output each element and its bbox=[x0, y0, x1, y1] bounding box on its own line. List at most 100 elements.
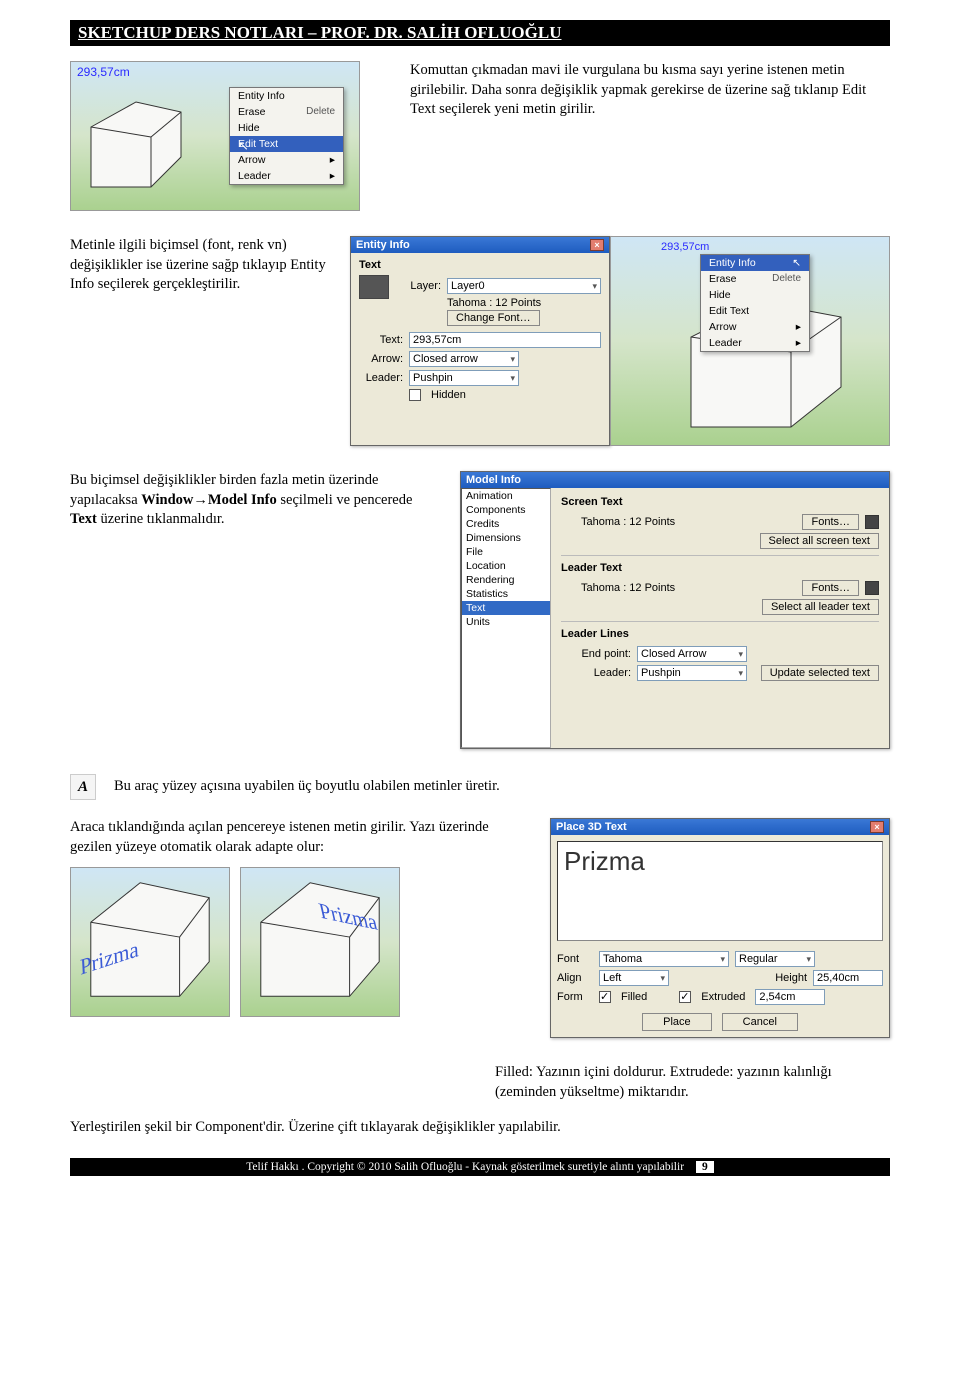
viewport-context-menu-screenshot: 293,57cm Entity Info Erase Delete Hide E… bbox=[70, 61, 360, 211]
menu-item-edit-text-2[interactable]: Edit Text bbox=[701, 303, 809, 319]
height-input[interactable]: 25,40cm bbox=[813, 970, 883, 986]
dialog-title: Entity Info bbox=[356, 239, 410, 251]
layer-dropdown[interactable]: Layer0 bbox=[447, 278, 601, 294]
entity-info-titlebar[interactable]: Entity Info × bbox=[351, 237, 609, 253]
sidebar-item-file[interactable]: File bbox=[462, 545, 550, 559]
entity-type-label: Text bbox=[359, 259, 601, 271]
menu-item-leader-2[interactable]: Leader▸ bbox=[701, 335, 809, 351]
dropdown-value: Tahoma bbox=[603, 953, 642, 965]
place-3d-text-dialog: Place 3D Text × Prizma Font Tahoma Regul… bbox=[550, 818, 890, 1038]
sidebar-item-statistics[interactable]: Statistics bbox=[462, 587, 550, 601]
sidebar-item-units[interactable]: Units bbox=[462, 615, 550, 629]
place-3d-titlebar[interactable]: Place 3D Text × bbox=[551, 819, 889, 835]
text-label: Text: bbox=[359, 334, 403, 346]
filled-checkbox[interactable] bbox=[599, 991, 611, 1003]
leader-lines-heading: Leader Lines bbox=[561, 628, 879, 640]
height-label: Height bbox=[775, 972, 807, 984]
font-dropdown[interactable]: Tahoma bbox=[599, 951, 729, 967]
style-dropdown[interactable]: Regular bbox=[735, 951, 815, 967]
align-dropdown[interactable]: Left bbox=[599, 970, 669, 986]
menu-item-arrow-2[interactable]: Arrow▸ bbox=[701, 319, 809, 335]
select-all-leader-button[interactable]: Select all leader text bbox=[762, 599, 879, 615]
3d-text-input[interactable]: Prizma bbox=[557, 841, 883, 941]
align-label: Align bbox=[557, 972, 593, 984]
extruded-input[interactable]: 2,54cm bbox=[755, 989, 825, 1005]
3d-text-tool-row: A Bu araç yüzey açısına uyabilen üç boyu… bbox=[70, 774, 890, 800]
menu-label: Hide bbox=[238, 122, 260, 134]
dialog-title: Model Info bbox=[466, 474, 521, 486]
menu-item-erase[interactable]: Erase Delete bbox=[230, 104, 343, 120]
sidebar-item-rendering[interactable]: Rendering bbox=[462, 573, 550, 587]
fonts-button-2[interactable]: Fonts… bbox=[802, 580, 859, 596]
section-3: Bu biçimsel değişiklikler birden fazla m… bbox=[70, 471, 890, 749]
sidebar-item-location[interactable]: Location bbox=[462, 559, 550, 573]
context-menu[interactable]: Entity Info Erase Delete Hide Edit Text … bbox=[229, 87, 344, 185]
layer-label: Layer: bbox=[397, 280, 441, 292]
menu-item-edit-text-selected[interactable]: Edit Text ↖ bbox=[230, 136, 343, 152]
sidebar-item-components[interactable]: Components bbox=[462, 503, 550, 517]
dropdown-value: Regular bbox=[739, 953, 778, 965]
prism-thumbnails: Prizma Prizma bbox=[70, 867, 530, 1017]
sidebar-item-animation[interactable]: Animation bbox=[462, 489, 550, 503]
section1-paragraph: Komuttan çıkmadan mavi ile vurgulana bu … bbox=[410, 61, 890, 211]
dropdown-value: Layer0 bbox=[451, 280, 485, 292]
update-selected-text-button[interactable]: Update selected text bbox=[761, 665, 879, 681]
model-info-sidebar[interactable]: Animation Components Credits Dimensions … bbox=[461, 488, 551, 748]
page-footer: Telif Hakkı . Copyright © 2010 Salih Ofl… bbox=[70, 1158, 890, 1176]
model-info-titlebar[interactable]: Model Info bbox=[461, 472, 889, 488]
close-icon[interactable]: × bbox=[870, 821, 884, 833]
bold-text: Text bbox=[70, 511, 97, 527]
menu-item-hide-2[interactable]: Hide bbox=[701, 287, 809, 303]
dropdown-value: Pushpin bbox=[641, 667, 681, 679]
section3-paragraph: Bu biçimsel değişiklikler birden fazla m… bbox=[70, 471, 440, 749]
color-swatch[interactable] bbox=[359, 275, 389, 299]
cursor-icon: ↖ bbox=[238, 138, 249, 154]
filled-extruded-description: Filled: Yazının içini doldurur. Extruded… bbox=[495, 1063, 890, 1102]
menu-label: Erase bbox=[238, 106, 265, 118]
extruded-label: Extruded bbox=[701, 991, 745, 1003]
menu-item-arrow[interactable]: Arrow▸ bbox=[230, 152, 343, 168]
fonts-button-1[interactable]: Fonts… bbox=[802, 514, 859, 530]
close-icon[interactable]: × bbox=[590, 239, 604, 251]
arrow-label: Arrow: bbox=[359, 353, 403, 365]
menu-label: Entity Info bbox=[238, 90, 285, 102]
prism-shape bbox=[81, 97, 201, 197]
endpoint-dropdown[interactable]: Closed Arrow bbox=[637, 646, 747, 662]
menu-item-leader[interactable]: Leader▸ bbox=[230, 168, 343, 184]
section2-paragraph: Metinle ilgili biçimsel (font, renk vn) … bbox=[70, 236, 330, 446]
extruded-checkbox[interactable] bbox=[679, 991, 691, 1003]
viewport-entity-info-screenshot: 293,57cm Entity Info ↖ Erase Delete Hide… bbox=[610, 236, 890, 446]
leader-label: Leader: bbox=[359, 372, 403, 384]
cancel-button[interactable]: Cancel bbox=[722, 1013, 798, 1031]
screen-text-font: Tahoma : 12 Points bbox=[581, 516, 796, 528]
text-input[interactable]: 293,57cm bbox=[409, 332, 601, 348]
context-menu-2[interactable]: Entity Info ↖ Erase Delete Hide Edit Tex… bbox=[700, 254, 810, 352]
menu-item-hide[interactable]: Hide bbox=[230, 120, 343, 136]
place-button[interactable]: Place bbox=[642, 1013, 712, 1031]
hidden-checkbox[interactable] bbox=[409, 389, 421, 401]
sidebar-item-dimensions[interactable]: Dimensions bbox=[462, 531, 550, 545]
sidebar-item-credits[interactable]: Credits bbox=[462, 517, 550, 531]
select-all-screen-button[interactable]: Select all screen text bbox=[760, 533, 880, 549]
dropdown-value: Closed arrow bbox=[413, 353, 478, 365]
leader-dropdown[interactable]: Pushpin bbox=[409, 370, 519, 386]
section-2: Metinle ilgili biçimsel (font, renk vn) … bbox=[70, 236, 890, 446]
change-font-button[interactable]: Change Font… bbox=[447, 310, 540, 326]
arrow-dropdown[interactable]: Closed arrow bbox=[409, 351, 519, 367]
color-swatch-2[interactable] bbox=[865, 581, 879, 595]
menu-item-entity-info[interactable]: Entity Info bbox=[230, 88, 343, 104]
prism-thumb-1: Prizma bbox=[70, 867, 230, 1017]
dropdown-value: Left bbox=[603, 972, 621, 984]
screen-text-heading: Screen Text bbox=[561, 496, 879, 508]
menu-label: Leader bbox=[709, 337, 742, 349]
color-swatch-1[interactable] bbox=[865, 515, 879, 529]
menu-item-erase-2[interactable]: Erase Delete bbox=[701, 271, 809, 287]
leader-dropdown-2[interactable]: Pushpin bbox=[637, 665, 747, 681]
leader-text-font: Tahoma : 12 Points bbox=[581, 582, 796, 594]
3d-text-tool-icon[interactable]: A bbox=[70, 774, 96, 800]
cursor-icon: ↖ bbox=[792, 257, 801, 269]
sidebar-item-text-selected[interactable]: Text bbox=[462, 601, 550, 615]
menu-label: Entity Info bbox=[709, 257, 756, 269]
menu-item-entity-info-selected[interactable]: Entity Info ↖ bbox=[701, 255, 809, 271]
endpoint-label: End point: bbox=[561, 648, 631, 660]
